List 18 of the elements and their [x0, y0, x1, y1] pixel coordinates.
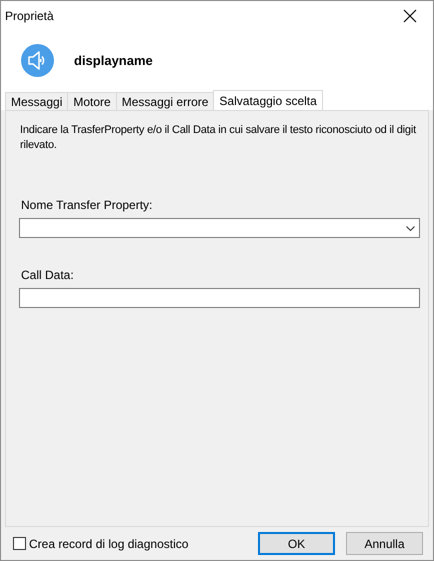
tab[interactable]: Salvataggio scelta: [213, 90, 323, 110]
window-title: Proprietà: [5, 8, 54, 22]
dropdown-field[interactable]: [19, 218, 420, 238]
close-icon: [403, 8, 417, 22]
speaker-icon: [21, 44, 54, 76]
tab[interactable]: Messaggi: [5, 92, 68, 110]
field-label: Call Data:: [21, 268, 75, 282]
checkbox[interactable]: [13, 537, 26, 550]
input-field[interactable]: [19, 288, 420, 308]
tab[interactable]: Messaggi errore: [116, 92, 214, 110]
field-label: Nome Transfer Property:: [21, 198, 154, 212]
chevron-down-icon: [406, 226, 415, 230]
dialog-button[interactable]: Annulla: [346, 532, 423, 555]
item-name: displayname: [74, 52, 153, 68]
dialog-button[interactable]: OK: [258, 532, 335, 555]
checkbox-label: Crea record di log diagnostico: [29, 536, 188, 550]
description-text: Indicare la TrasferProperty e/o il Call Data in cui salvare il testo riconosciuto od il digit rilevato.: [20, 123, 418, 153]
tab[interactable]: Motore: [67, 92, 117, 110]
